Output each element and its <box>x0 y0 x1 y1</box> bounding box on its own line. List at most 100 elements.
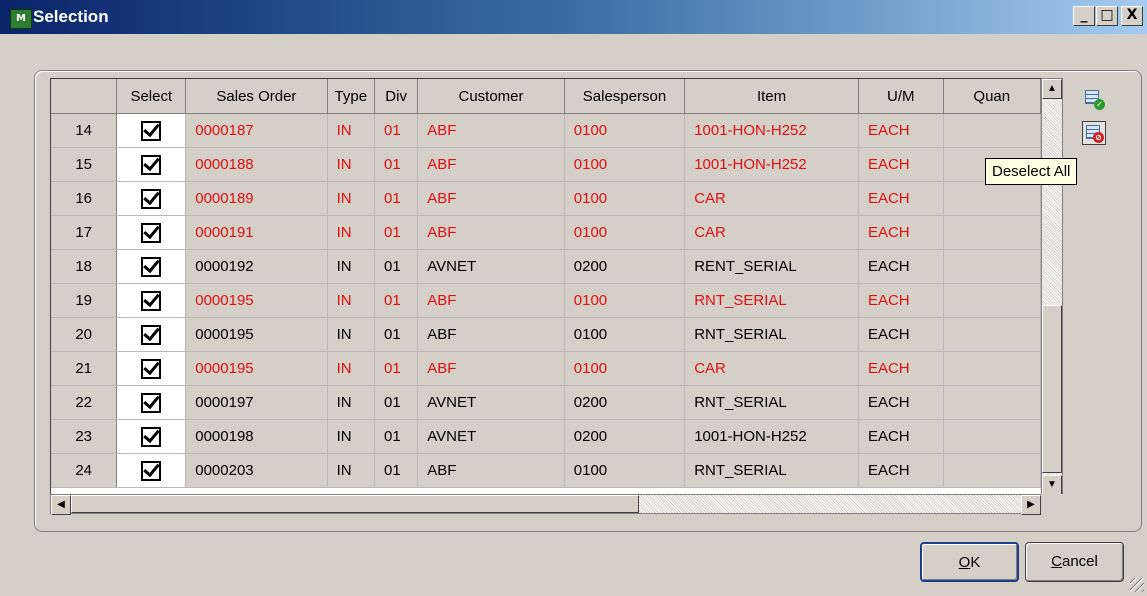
cell-salesperson[interactable]: 0100 <box>564 113 686 148</box>
select-cell[interactable] <box>116 419 187 454</box>
cell-um[interactable]: EACH <box>858 283 944 318</box>
cell-div[interactable]: 01 <box>374 283 419 318</box>
cell-item[interactable]: 1001-HON-H252 <box>684 113 859 148</box>
cell-customer[interactable]: ABF <box>417 147 565 182</box>
row-number[interactable]: 21 <box>51 351 118 386</box>
select-cell[interactable] <box>116 147 187 182</box>
cell-customer[interactable]: ABF <box>417 317 565 352</box>
table-row[interactable]: 20 0000195 IN 01 ABF 0100 RNT_SERIAL EACH <box>51 317 1041 352</box>
cell-salesperson[interactable]: 0100 <box>564 147 686 182</box>
cell-order[interactable]: 0000187 <box>185 113 328 148</box>
cell-type[interactable]: IN <box>327 147 376 182</box>
cell-salesperson[interactable]: 0200 <box>564 385 686 420</box>
resize-grip[interactable] <box>1130 578 1144 592</box>
cell-type[interactable]: IN <box>327 419 376 454</box>
cell-order[interactable]: 0000195 <box>185 351 328 386</box>
cell-um[interactable]: EACH <box>858 385 944 420</box>
cell-order[interactable]: 0000197 <box>185 385 328 420</box>
column-header[interactable]: Customer <box>417 79 565 114</box>
select-cell[interactable] <box>116 453 187 488</box>
cell-div[interactable]: 01 <box>374 249 419 284</box>
title-bar[interactable]: M Selection _ □ X <box>0 0 1147 34</box>
cell-item[interactable]: CAR <box>684 181 859 216</box>
cell-order[interactable]: 0000203 <box>185 453 328 488</box>
column-header[interactable]: Select <box>116 79 187 114</box>
row-number[interactable]: 19 <box>51 283 118 318</box>
cell-type[interactable]: IN <box>327 317 376 352</box>
cell-um[interactable]: EACH <box>858 351 944 386</box>
minimize-button[interactable]: _ <box>1073 6 1095 26</box>
cell-customer[interactable]: ABF <box>417 215 565 250</box>
cell-customer[interactable]: ABF <box>417 113 565 148</box>
row-number[interactable]: 17 <box>51 215 118 250</box>
cell-item[interactable]: RNT_SERIAL <box>684 453 859 488</box>
column-header[interactable]: Salesperson <box>564 79 686 114</box>
cell-salesperson[interactable]: 0100 <box>564 181 686 216</box>
cell-salesperson[interactable]: 0100 <box>564 215 686 250</box>
scroll-left-button[interactable]: ◀ <box>51 495 71 515</box>
select-cell[interactable] <box>116 385 187 420</box>
cell-qty[interactable] <box>943 113 1041 148</box>
select-cell[interactable] <box>116 215 187 250</box>
row-number[interactable]: 15 <box>51 147 118 182</box>
table-row[interactable]: 18 0000192 IN 01 AVNET 0200 RENT_SERIAL EACH <box>51 249 1041 284</box>
table-row[interactable]: 19 0000195 IN 01 ABF 0100 RNT_SERIAL EACH <box>51 283 1041 318</box>
cell-div[interactable]: 01 <box>374 317 419 352</box>
cell-order[interactable]: 0000195 <box>185 283 328 318</box>
select-checkbox[interactable] <box>141 324 162 345</box>
cell-qty[interactable] <box>943 453 1041 488</box>
cell-div[interactable]: 01 <box>374 113 419 148</box>
cell-um[interactable]: EACH <box>858 249 944 284</box>
cell-um[interactable]: EACH <box>858 419 944 454</box>
ok-button[interactable]: OK <box>920 542 1019 582</box>
select-checkbox[interactable] <box>141 392 162 413</box>
table-row[interactable]: 23 0000198 IN 01 AVNET 0200 1001-HON-H252 EACH <box>51 419 1041 454</box>
cancel-button[interactable]: Cancel <box>1025 542 1124 582</box>
deselect-all-icon[interactable]: ⊘ <box>1082 121 1106 145</box>
cell-qty[interactable] <box>943 181 1041 216</box>
select-cell[interactable] <box>116 249 187 284</box>
cell-um[interactable]: EACH <box>858 113 944 148</box>
cell-um[interactable]: EACH <box>858 147 944 182</box>
scroll-up-button[interactable]: ▲ <box>1042 79 1062 99</box>
maximize-button[interactable]: □ <box>1096 6 1118 26</box>
cell-um[interactable]: EACH <box>858 181 944 216</box>
select-checkbox[interactable] <box>141 256 162 277</box>
cell-div[interactable]: 01 <box>374 147 419 182</box>
cell-customer[interactable]: ABF <box>417 453 565 488</box>
cell-qty[interactable] <box>943 283 1041 318</box>
cell-type[interactable]: IN <box>327 351 376 386</box>
select-checkbox[interactable] <box>141 290 162 311</box>
select-checkbox[interactable] <box>141 120 162 141</box>
cell-type[interactable]: IN <box>327 453 376 488</box>
cell-item[interactable]: RNT_SERIAL <box>684 385 859 420</box>
cell-order[interactable]: 0000188 <box>185 147 328 182</box>
table-row[interactable]: 14 0000187 IN 01 ABF 0100 1001-HON-H252 EACH <box>51 113 1041 148</box>
table-row[interactable]: 24 0000203 IN 01 ABF 0100 RNT_SERIAL EACH <box>51 453 1041 488</box>
cell-item[interactable]: RENT_SERIAL <box>684 249 859 284</box>
cell-salesperson[interactable]: 0200 <box>564 419 686 454</box>
cell-item[interactable]: 1001-HON-H252 <box>684 147 859 182</box>
cell-qty[interactable] <box>943 317 1041 352</box>
cell-customer[interactable]: ABF <box>417 351 565 386</box>
column-header[interactable] <box>51 79 118 114</box>
close-button[interactable]: X <box>1121 6 1143 26</box>
cell-type[interactable]: IN <box>327 385 376 420</box>
select-cell[interactable] <box>116 181 187 216</box>
cell-item[interactable]: RNT_SERIAL <box>684 283 859 318</box>
cell-qty[interactable] <box>943 419 1041 454</box>
table-row[interactable]: 21 0000195 IN 01 ABF 0100 CAR EACH <box>51 351 1041 386</box>
horizontal-scrollbar[interactable]: ◀ ▶ <box>50 494 1042 515</box>
row-number[interactable]: 20 <box>51 317 118 352</box>
cell-div[interactable]: 01 <box>374 385 419 420</box>
cell-um[interactable]: EACH <box>858 453 944 488</box>
cell-salesperson[interactable]: 0100 <box>564 283 686 318</box>
column-header[interactable]: Item <box>684 79 859 114</box>
cell-item[interactable]: CAR <box>684 215 859 250</box>
cell-item[interactable]: 1001-HON-H252 <box>684 419 859 454</box>
cell-div[interactable]: 01 <box>374 215 419 250</box>
select-checkbox[interactable] <box>141 460 162 481</box>
cell-customer[interactable]: AVNET <box>417 419 565 454</box>
table-row[interactable]: 15 0000188 IN 01 ABF 0100 1001-HON-H252 EACH <box>51 147 1041 182</box>
column-header[interactable]: Div <box>374 79 419 114</box>
